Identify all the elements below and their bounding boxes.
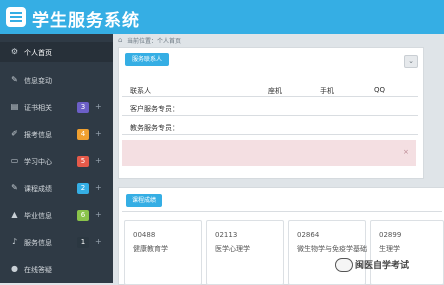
laptop-icon: ▭ xyxy=(10,156,19,165)
edit-icon: ✎ xyxy=(11,183,18,192)
sidebar-item-label: 毕业信息 xyxy=(24,212,52,220)
pencil-icon: ✐ xyxy=(11,129,18,138)
count-badge: 2 xyxy=(77,183,89,194)
count-badge: 5 xyxy=(77,156,89,167)
sidebar-item-study-center[interactable]: ▭ 学习中心 5 + xyxy=(0,151,113,171)
notice-bar xyxy=(122,140,416,166)
wechat-icon xyxy=(335,258,353,272)
count-badge: 1 xyxy=(77,237,89,248)
count-badge: 4 xyxy=(77,129,89,140)
count-badge: 6 xyxy=(77,210,89,221)
sidebar-item-course-scores[interactable]: ✎ 课程成绩 2 + xyxy=(0,178,113,198)
edit-icon: ✎ xyxy=(11,75,18,84)
divider xyxy=(122,115,418,116)
sidebar-item-label: 个人首页 xyxy=(24,49,52,57)
watermark-text: 闽医自学考试 xyxy=(355,261,410,271)
expand-icon[interactable]: + xyxy=(95,210,102,219)
sidebar-item-label: 证书相关 xyxy=(24,104,52,112)
divider xyxy=(122,211,442,212)
column-header-mobile: 手机 xyxy=(320,87,334,95)
app-title: 学生服务系统 xyxy=(32,11,140,31)
academic-service-label: 教务服务专员： xyxy=(130,124,179,132)
sidebar-item-online-qa[interactable]: ● 在线答疑 xyxy=(0,259,113,279)
course-card[interactable]: 00488 健康教育学 xyxy=(124,220,202,285)
divider xyxy=(122,134,418,135)
course-code: 02864 xyxy=(297,231,320,239)
sidebar-item-info-change[interactable]: ✎ 信息变动 xyxy=(0,70,113,90)
course-code: 00488 xyxy=(133,231,156,239)
sidebar-item-label: 在线答疑 xyxy=(24,266,52,274)
close-icon[interactable]: × xyxy=(403,148,409,156)
column-header-qq: QQ xyxy=(374,86,386,94)
sidebar-item-certificates[interactable]: ▤ 证书相关 3 + xyxy=(0,97,113,117)
sidebar-item-exam-info[interactable]: ✐ 报考信息 4 + xyxy=(0,124,113,144)
customer-service-label: 客户服务专员： xyxy=(130,105,179,113)
column-header-contact: 联系人 xyxy=(130,87,151,95)
course-name: 生理学 xyxy=(379,245,400,253)
sidebar-item-graduation[interactable]: ▲ 毕业信息 6 + xyxy=(0,205,113,225)
expand-icon[interactable]: + xyxy=(95,129,102,138)
sidebar-item-label: 报考信息 xyxy=(24,131,52,139)
graduation-icon: ▲ xyxy=(11,210,18,219)
course-name: 医学心理学 xyxy=(215,245,250,253)
sidebar-item-service-info[interactable]: ♪ 服务信息 1 + xyxy=(0,232,113,252)
expand-icon[interactable]: + xyxy=(95,237,102,246)
bell-icon: ♪ xyxy=(11,237,18,246)
course-card[interactable]: 02899 生理学 xyxy=(370,220,444,285)
course-card[interactable]: 02864 微生物学与免疫学基础 xyxy=(288,220,367,285)
course-card[interactable]: 02113 医学心理学 xyxy=(206,220,284,285)
sidebar-item-label: 学习中心 xyxy=(24,158,52,166)
dashboard-icon: ⚙ xyxy=(10,47,19,56)
course-scores-button[interactable]: 课程成绩 xyxy=(126,194,162,207)
home-icon: ⌂ xyxy=(118,36,123,44)
sidebar-item-label: 服务信息 xyxy=(24,239,52,247)
certificate-icon: ▤ xyxy=(10,102,19,111)
course-name: 微生物学与免疫学基础 xyxy=(297,245,367,253)
count-badge: 3 xyxy=(77,102,89,113)
service-contacts-button[interactable]: 服务联系人 xyxy=(125,53,169,66)
breadcrumb: 当前位置：个人首页 xyxy=(127,38,182,45)
course-code: 02113 xyxy=(215,231,238,239)
divider xyxy=(122,96,418,97)
sidebar-item-home[interactable]: ⚙ 个人首页 xyxy=(0,42,113,62)
sidebar-item-label: 信息变动 xyxy=(24,77,52,85)
chevron-down-icon[interactable]: ⌄ xyxy=(404,55,418,68)
expand-icon[interactable]: + xyxy=(95,156,102,165)
course-code: 02899 xyxy=(379,231,402,239)
column-header-phone: 座机 xyxy=(268,87,282,95)
course-name: 健康教育学 xyxy=(133,245,168,253)
top-bar: 学生服务系统 xyxy=(0,0,444,34)
microphone-icon: ● xyxy=(11,264,18,273)
expand-icon[interactable]: + xyxy=(95,102,102,111)
expand-icon[interactable]: + xyxy=(95,183,102,192)
sidebar-item-label: 课程成绩 xyxy=(24,185,52,193)
menu-icon[interactable] xyxy=(6,7,26,27)
